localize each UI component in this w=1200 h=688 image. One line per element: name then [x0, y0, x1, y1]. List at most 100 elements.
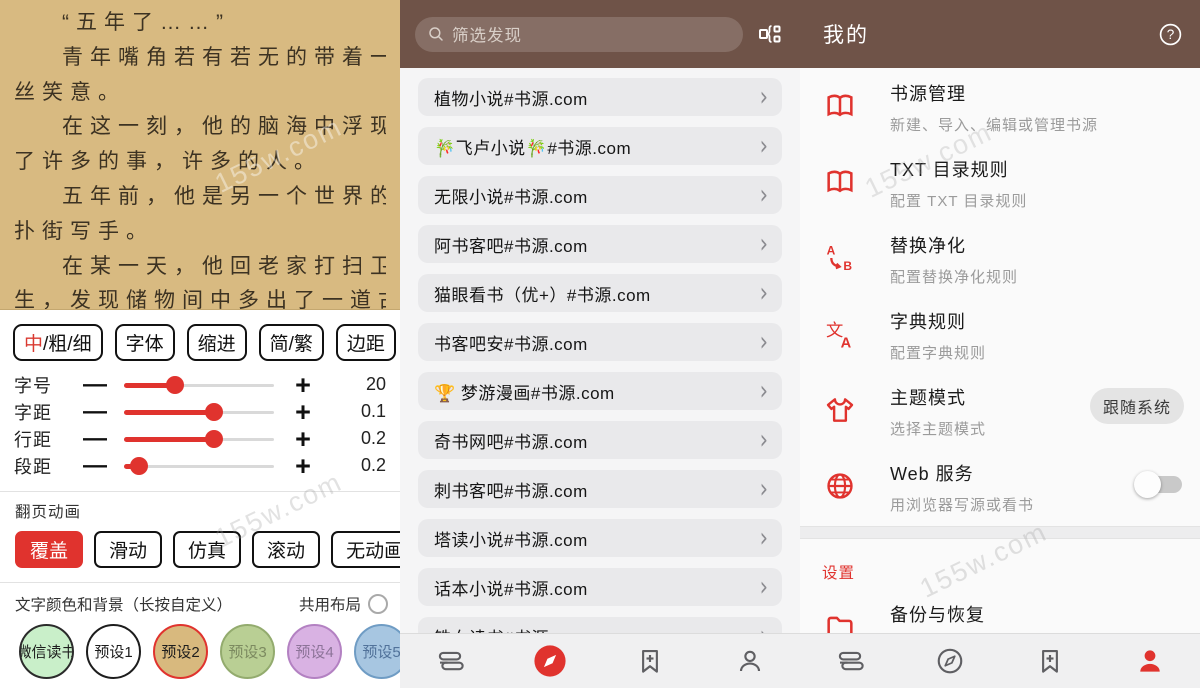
reader-text-line: 了许多的事，许多的人。 — [14, 145, 386, 180]
decrease-button[interactable]: — — [66, 402, 124, 422]
book-source-row[interactable]: 阿书客吧#书源.com› — [418, 225, 782, 263]
slider-track[interactable] — [124, 429, 274, 449]
menu-item-subtitle: 新建、导入、编辑或管理书源 — [890, 114, 1184, 135]
increase-button[interactable]: + — [274, 375, 332, 395]
chevron-right-icon: › — [760, 133, 768, 159]
book-source-label: 无限小说#书源.com — [434, 183, 760, 208]
reader-text-line: 生，发现储物间中多出了一道古 — [14, 284, 386, 310]
chip-accent-text: 中 — [24, 334, 43, 355]
book-source-label: 刺书客吧#书源.com — [434, 477, 760, 502]
color-preset-预设3[interactable]: 预设3 — [220, 624, 275, 679]
menu-item-主题模式[interactable]: 主题模式选择主题模式跟随系统 — [800, 372, 1200, 448]
menu-item-字典规则[interactable]: 文A字典规则配置字典规则 — [800, 296, 1200, 372]
book-source-label: 🎋飞卢小说🎋#书源.com — [434, 134, 760, 159]
style-chip-字体[interactable]: 字体 — [115, 324, 175, 361]
menu-item-TXT 目录规则[interactable]: TXT 目录规则配置 TXT 目录规则 — [800, 144, 1200, 220]
menu-item-替换净化[interactable]: AB替换净化配置替换净化规则 — [800, 220, 1200, 296]
book-source-row[interactable]: 奇书网吧#书源.com› — [418, 421, 782, 459]
book-source-row[interactable]: 植物小说#书源.com› — [418, 78, 782, 116]
my-header: 我的 ? — [800, 0, 1200, 68]
decrease-button[interactable]: — — [66, 429, 124, 449]
style-chip-边距[interactable]: 边距 — [336, 324, 396, 361]
book-source-label: 塔读小说#书源.com — [434, 526, 760, 551]
page-anim-滑动[interactable]: 滑动 — [94, 531, 162, 568]
slider-track[interactable] — [124, 456, 274, 476]
nav-tab-profile-active[interactable] — [1120, 639, 1180, 683]
slider-thumb[interactable] — [205, 430, 223, 448]
color-preset-微信读书[interactable]: 微信读书 — [19, 624, 74, 679]
increase-button[interactable]: + — [274, 456, 332, 476]
style-chip-中/粗/细[interactable]: 中/粗/细 — [13, 324, 103, 361]
menu-item-title: 书源管理 — [890, 80, 1184, 106]
decrease-button[interactable]: — — [66, 456, 124, 476]
book-source-row[interactable]: 话本小说#书源.com› — [418, 568, 782, 606]
reader-text-line: 青年嘴角若有若无的带着一 — [14, 41, 386, 76]
nav-tab-bookshelf[interactable] — [820, 639, 880, 683]
menu-item-书源管理[interactable]: 书源管理新建、导入、编辑或管理书源 — [800, 68, 1200, 144]
slider-label: 字号 — [14, 372, 66, 398]
nav-tab-bookmark-add[interactable] — [1020, 639, 1080, 683]
slider-track[interactable] — [124, 375, 274, 395]
colors-title: 文字颜色和背景（长按自定义） — [15, 593, 299, 615]
style-chip-缩进[interactable]: 缩进 — [187, 324, 247, 361]
search-input[interactable]: 筛选发现 — [415, 17, 743, 52]
book-source-row[interactable]: 无限小说#书源.com› — [418, 176, 782, 214]
book-source-row[interactable]: 塔读小说#书源.com› — [418, 519, 782, 557]
color-preset-预设5[interactable]: 预设5 — [354, 624, 400, 679]
slider-value: 0.2 — [332, 455, 386, 476]
slider-thumb[interactable] — [166, 376, 184, 394]
color-preset-预设2-selected[interactable]: 预设2 — [153, 624, 208, 679]
slider-label: 字距 — [14, 399, 66, 425]
page-anim-覆盖[interactable]: 覆盖 — [15, 531, 83, 568]
discover-panel: 筛选发现 植物小说#书源.com›🎋飞卢小说🎋#书源.com›无限小说#书源.c… — [400, 0, 800, 688]
discover-header: 筛选发现 — [400, 0, 800, 68]
qr-scan-icon[interactable] — [755, 19, 785, 49]
reader-text-line: 在某一天，他回老家打扫卫 — [14, 250, 386, 285]
reader-text-line: 扑街写手。 — [14, 215, 386, 250]
book-source-row[interactable]: 刺书客吧#书源.com› — [418, 470, 782, 508]
help-icon[interactable]: ? — [1155, 19, 1185, 49]
book-source-row[interactable]: 书客吧安#书源.com› — [418, 323, 782, 361]
nav-tab-compass-active[interactable] — [520, 639, 580, 683]
chevron-right-icon: › — [760, 476, 768, 502]
nav-tab-bookmark-add[interactable] — [620, 639, 680, 683]
increase-button[interactable]: + — [274, 429, 332, 449]
slider-thumb[interactable] — [205, 403, 223, 421]
menu-item-subtitle: 配置字典规则 — [890, 342, 1184, 363]
book-source-row[interactable]: 🏆 梦游漫画#书源.com› — [418, 372, 782, 410]
slider-track[interactable] — [124, 402, 274, 422]
book-source-row[interactable]: 🎋飞卢小说🎋#书源.com› — [418, 127, 782, 165]
increase-button[interactable]: + — [274, 402, 332, 422]
slider-row-段距: 段距— +0.2 — [0, 452, 400, 479]
menu-item-title: 替换净化 — [890, 232, 1184, 258]
slider-thumb[interactable] — [130, 457, 148, 475]
nav-tab-compass[interactable] — [920, 639, 980, 683]
menu-item-subtitle: 用浏览器写源或看书 — [890, 494, 1184, 515]
book-source-label: 奇书网吧#书源.com — [434, 428, 760, 453]
reading-page[interactable]: “五年了……”青年嘴角若有若无的带着一丝笑意。在这一刻，他的脑海中浮现了许多的事… — [0, 0, 400, 310]
slider-label: 行距 — [14, 426, 66, 452]
color-preset-预设4[interactable]: 预设4 — [287, 624, 342, 679]
page-anim-滚动[interactable]: 滚动 — [252, 531, 320, 568]
book-source-row[interactable]: 猫眼看书（优+）#书源.com› — [418, 274, 782, 312]
page-anim-无动画[interactable]: 无动画 — [331, 531, 400, 568]
shared-layout-radio[interactable] — [368, 594, 388, 614]
reader-settings-sheet: 中/粗/细字体缩进简/繁边距信息 字号—+20字距—+0.1行距—+0.2段距—… — [0, 310, 400, 688]
decrease-button[interactable]: — — [66, 375, 124, 395]
style-chip-简/繁[interactable]: 简/繁 — [259, 324, 324, 361]
menu-item-subtitle: 配置 TXT 目录规则 — [890, 190, 1184, 211]
section-divider — [800, 526, 1200, 539]
chevron-right-icon: › — [760, 574, 768, 600]
page-anim-仿真[interactable]: 仿真 — [173, 531, 241, 568]
book-source-label: 🏆 梦游漫画#书源.com — [434, 379, 760, 404]
slider-label: 段距 — [14, 453, 66, 479]
menu-item-Web 服务[interactable]: Web 服务用浏览器写源或看书 — [800, 448, 1200, 524]
web-service-toggle[interactable] — [1134, 474, 1182, 495]
shared-layout-label: 共用布局 — [299, 593, 361, 615]
nav-tab-profile[interactable] — [720, 639, 780, 683]
nav-tab-bookshelf[interactable] — [420, 639, 480, 683]
chevron-right-icon: › — [760, 525, 768, 551]
page-anim-section: 翻页动画 覆盖滑动仿真滚动无动画 — [0, 491, 400, 568]
color-preset-预设1[interactable]: 预设1 — [86, 624, 141, 679]
bottom-nav-discover — [400, 633, 800, 688]
